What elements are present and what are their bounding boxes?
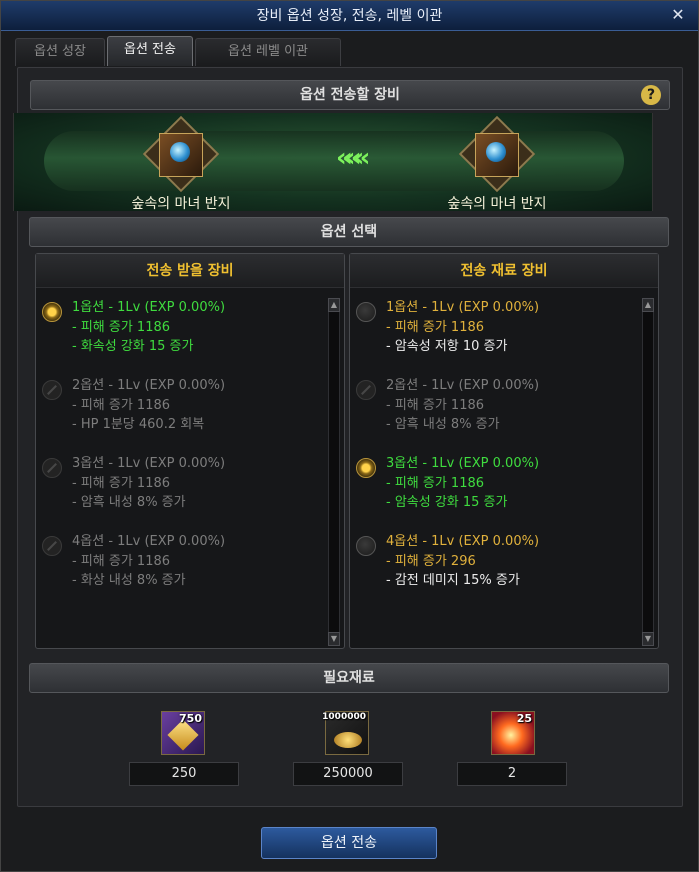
receive-equipment-panel: 전송 받을 장비 1옵션 - 1Lv (EXP 0.00%) - 피해 증가 1…	[35, 253, 345, 649]
option-effect: - 암속성 강화 15 증가	[386, 495, 508, 510]
coins-shape	[334, 732, 362, 748]
option-damage: - 피해 증가 1186	[386, 320, 485, 335]
radio-disabled-icon	[42, 380, 62, 400]
tab-option-growth[interactable]: 옵션 성장	[15, 38, 105, 66]
option-damage: - 피해 증가 1186	[386, 398, 485, 413]
option-effect: - HP 1분당 460.2 회복	[72, 417, 205, 432]
receive-option-2: 2옵션 - 1Lv (EXP 0.00%) - 피해 증가 1186 - HP …	[40, 374, 310, 440]
option-header: 1옵션 - 1Lv (EXP 0.00%)	[72, 300, 226, 315]
option-damage: - 피해 증가 1186	[72, 398, 171, 413]
material-option-3[interactable]: 3옵션 - 1Lv (EXP 0.00%) - 피해 증가 1186 - 암속성…	[354, 452, 624, 518]
radio-disabled-icon	[42, 536, 62, 556]
material-equipment-panel: 전송 재료 장비 1옵션 - 1Lv (EXP 0.00%) - 피해 증가 1…	[349, 253, 659, 649]
radio-disabled-icon	[42, 458, 62, 478]
option-header: 3옵션 - 1Lv (EXP 0.00%)	[72, 456, 226, 471]
receive-panel-title: 전송 받을 장비	[36, 254, 344, 288]
option-effect: - 화상 내성 8% 증가	[72, 573, 186, 588]
option-header: 2옵션 - 1Lv (EXP 0.00%)	[72, 378, 226, 393]
material-stack-count: 25	[516, 712, 532, 725]
option-header: 1옵션 - 1Lv (EXP 0.00%)	[386, 300, 540, 315]
material-stack-count: 1000000	[322, 712, 366, 722]
fire-orb-icon[interactable]: 25	[491, 711, 535, 755]
option-effect: - 암흑 내성 8% 증가	[386, 417, 500, 432]
option-header: 2옵션 - 1Lv (EXP 0.00%)	[386, 378, 540, 393]
window-titlebar[interactable]: 장비 옵션 성장, 전송, 레벨 이관 ✕	[1, 1, 698, 31]
option-select-title: 옵션 선택	[320, 224, 378, 240]
radio-unselected-icon[interactable]	[356, 302, 376, 322]
receive-scrollbar[interactable]: ▲ ▼	[328, 298, 340, 646]
material-quantity-field: 250000	[293, 762, 403, 786]
gold-crystal-icon[interactable]: 750	[161, 711, 205, 755]
option-header: 4옵션 - 1Lv (EXP 0.00%)	[72, 534, 226, 549]
option-transfer-button[interactable]: 옵션 전송	[261, 827, 437, 859]
equipment-section-title: 옵션 전송할 장비	[300, 87, 400, 103]
option-header: 3옵션 - 1Lv (EXP 0.00%)	[386, 456, 540, 471]
required-materials-title: 필요재료	[323, 670, 375, 686]
scroll-down-icon[interactable]: ▼	[328, 632, 340, 646]
close-button[interactable]: ✕	[668, 5, 688, 25]
tab-option-level-transfer[interactable]: 옵션 레벨 이관	[195, 38, 341, 66]
material-option-1[interactable]: 1옵션 - 1Lv (EXP 0.00%) - 피해 증가 1186 - 암속성…	[354, 296, 624, 362]
receive-option-4: 4옵션 - 1Lv (EXP 0.00%) - 피해 증가 1186 - 화상 …	[40, 530, 310, 596]
option-damage: - 피해 증가 1186	[386, 476, 485, 491]
material-panel-title: 전송 재료 장비	[350, 254, 658, 288]
receive-option-3: 3옵션 - 1Lv (EXP 0.00%) - 피해 증가 1186 - 암흑 …	[40, 452, 310, 518]
materials-area: 750 250 1000000 250000 25 2	[29, 711, 669, 811]
source-item-name: 숲속의 마녀 반지	[447, 196, 547, 212]
gold-coins-icon[interactable]: 1000000	[322, 711, 369, 755]
target-ring-icon[interactable]	[159, 133, 203, 177]
transfer-display: 숲속의 마녀 반지 ««« 숲속의 마녀 반지	[13, 113, 653, 212]
option-effect: - 암속성 저항 10 증가	[386, 339, 508, 354]
option-effect: - 화속성 강화 15 증가	[72, 339, 194, 354]
radio-selected-icon[interactable]	[42, 302, 62, 322]
material-stack-count: 750	[179, 712, 202, 725]
equipment-section-header: 옵션 전송할 장비 ?	[30, 80, 670, 110]
scroll-up-icon[interactable]: ▲	[328, 298, 340, 312]
ring-gem-icon	[170, 142, 190, 162]
transfer-arrow-icon: «««	[336, 143, 371, 173]
option-select-header: 옵션 선택	[29, 217, 669, 247]
window-title: 장비 옵션 성장, 전송, 레벨 이관	[256, 8, 443, 24]
option-effect: - 감전 데미지 15% 증가	[386, 573, 520, 588]
radio-unselected-icon[interactable]	[356, 536, 376, 556]
target-item-name: 숲속의 마녀 반지	[131, 196, 231, 212]
radio-selected-icon[interactable]	[356, 458, 376, 478]
material-option-2: 2옵션 - 1Lv (EXP 0.00%) - 피해 증가 1186 - 암흑 …	[354, 374, 624, 440]
material-option-4[interactable]: 4옵션 - 1Lv (EXP 0.00%) - 피해 증가 296 - 감전 데…	[354, 530, 624, 596]
scroll-down-icon[interactable]: ▼	[642, 632, 654, 646]
material-quantity-field: 250	[129, 762, 239, 786]
scroll-up-icon[interactable]: ▲	[642, 298, 654, 312]
option-transfer-window: 장비 옵션 성장, 전송, 레벨 이관 ✕ 옵션 성장 옵션 전송 옵션 레벨 …	[0, 0, 699, 872]
ring-gem-icon	[486, 142, 506, 162]
option-damage: - 피해 증가 1186	[72, 554, 171, 569]
radio-disabled-icon	[356, 380, 376, 400]
material-quantity-field: 2	[457, 762, 567, 786]
option-damage: - 피해 증가 1186	[72, 320, 171, 335]
source-ring-icon[interactable]	[475, 133, 519, 177]
required-materials-header: 필요재료	[29, 663, 669, 693]
option-header: 4옵션 - 1Lv (EXP 0.00%)	[386, 534, 540, 549]
option-damage: - 피해 증가 1186	[72, 476, 171, 491]
option-effect: - 암흑 내성 8% 증가	[72, 495, 186, 510]
receive-option-1[interactable]: 1옵션 - 1Lv (EXP 0.00%) - 피해 증가 1186 - 화속성…	[40, 296, 310, 362]
tab-option-transfer[interactable]: 옵션 전송	[107, 36, 193, 66]
help-icon[interactable]: ?	[641, 85, 661, 105]
option-damage: - 피해 증가 296	[386, 554, 476, 569]
scroll-banner	[44, 131, 624, 191]
material-scrollbar[interactable]: ▲ ▼	[642, 298, 654, 646]
